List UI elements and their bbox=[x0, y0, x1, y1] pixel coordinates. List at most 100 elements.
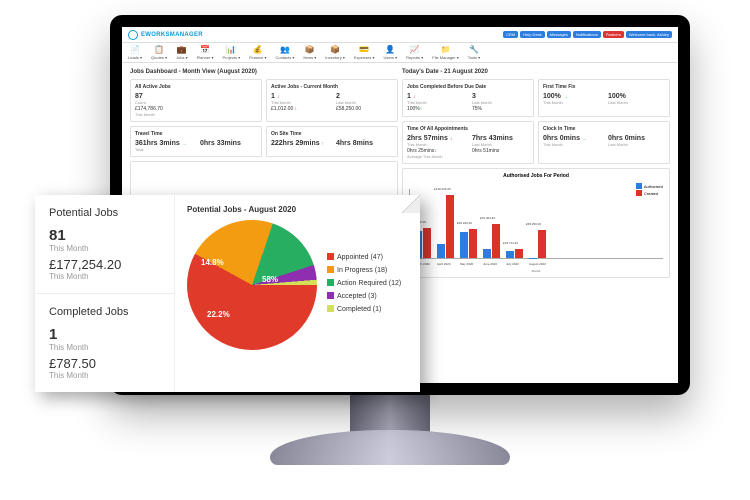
overlay-completed-jobs[interactable]: Completed Jobs 1 This Month £787.50 This… bbox=[35, 294, 174, 392]
stat-value: 1 bbox=[407, 93, 411, 100]
bar-label: £70,304.84 bbox=[480, 216, 495, 220]
stat-value: 1 bbox=[49, 326, 160, 343]
toolbar-contacts[interactable]: 👥Contacts ▾ bbox=[275, 45, 294, 60]
card-title: All Active Jobs bbox=[135, 84, 257, 90]
toolbar-icon: 👥 bbox=[280, 45, 290, 54]
toolbar-label: Reports ▾ bbox=[406, 55, 423, 60]
toolbar-items[interactable]: 📦Items ▾ bbox=[303, 45, 316, 60]
top-badge[interactable]: Messages bbox=[547, 31, 571, 38]
bar-created bbox=[538, 230, 546, 258]
arrow-down-icon: ↓ bbox=[413, 94, 416, 100]
stat-money: 0hrs 51mins bbox=[472, 148, 529, 154]
toolbar-icon: 📄 bbox=[130, 45, 140, 54]
pie-legend: Appointed (47)In Progress (18)Action Req… bbox=[327, 253, 401, 318]
card-all-active-jobs[interactable]: All Active Jobs 87 Count £174,786.70 Thi… bbox=[130, 79, 262, 122]
stat-sub: Last Month bbox=[472, 142, 529, 147]
bar-authorised bbox=[460, 232, 468, 258]
bar-label: £18,714.40 bbox=[503, 241, 518, 245]
card-title: Clock In Time bbox=[543, 126, 665, 132]
top-badge[interactable]: Help Desk bbox=[520, 31, 544, 38]
legend-swatch bbox=[327, 279, 334, 286]
toolbar-icon: 👤 bbox=[385, 45, 395, 54]
bar-group: £58,250.00August 2020 bbox=[529, 230, 546, 258]
chart-xlabel: Period bbox=[409, 269, 663, 273]
card-onsite-time[interactable]: On Site Time 222hrs 29mins↑ 4hrs 8mins bbox=[266, 126, 398, 157]
legend-label: Created bbox=[644, 191, 658, 196]
card-travel-time[interactable]: Travel Time 361hrs 3mins→Total 0hrs 33mi… bbox=[130, 126, 262, 157]
overlay-potential-jobs[interactable]: Potential Jobs 81 This Month £177,254.20… bbox=[35, 195, 174, 294]
legend-swatch bbox=[636, 190, 642, 196]
card-title: Time Of All Appointments bbox=[407, 126, 529, 132]
toolbar-jobs[interactable]: 💼Jobs ▾ bbox=[176, 45, 188, 60]
toolbar-label: Users ▾ bbox=[384, 55, 398, 60]
toolbar-finance[interactable]: 💰Finance ▾ bbox=[249, 45, 266, 60]
bar-group: £70,304.84June 2020 bbox=[483, 224, 500, 258]
bar-category: August 2020 bbox=[529, 262, 546, 266]
stat-sub: Last Month bbox=[608, 100, 665, 105]
stat-sub: This Month bbox=[49, 272, 160, 281]
brand-text: EWORKSMANAGER bbox=[141, 32, 203, 38]
top-badge[interactable]: Notifications bbox=[573, 31, 601, 38]
toolbar-quotes[interactable]: 📋Quotes ▾ bbox=[151, 45, 167, 60]
main-toolbar: 📄Leads ▾ 📋Quotes ▾ 💼Jobs ▾ 📅Planner ▾ 📊Proje… bbox=[122, 43, 678, 63]
stat-money: 100% bbox=[407, 106, 420, 112]
bar-created bbox=[469, 229, 477, 258]
toolbar-users[interactable]: 👤Users ▾ bbox=[384, 45, 398, 60]
pie-slice-label: 14.8% bbox=[201, 258, 224, 267]
legend-label: Completed (1) bbox=[337, 306, 381, 313]
arrow-up-icon: ↑ bbox=[420, 106, 423, 112]
stat-value: 87 bbox=[135, 93, 257, 100]
legend-swatch bbox=[327, 266, 334, 273]
brand-logo[interactable]: EWORKSMANAGER bbox=[128, 30, 203, 40]
toolbar-icon: 💰 bbox=[253, 45, 263, 54]
bar-created bbox=[492, 224, 500, 258]
bar-category: July 2020 bbox=[506, 262, 519, 266]
stat-sub: This Month bbox=[407, 100, 464, 105]
card-before-due[interactable]: Jobs Completed Before Due Date 1↓This Mo… bbox=[402, 79, 534, 117]
pie-legend-item: Action Required (12) bbox=[327, 279, 401, 289]
toolbar-inventory[interactable]: 📦Inventory ▾ bbox=[325, 45, 345, 60]
toolbar-label: Finance ▾ bbox=[249, 55, 266, 60]
toolbar-icon: 📊 bbox=[226, 45, 236, 54]
toolbar-projects[interactable]: 📊Projects ▾ bbox=[223, 45, 241, 60]
card-active-current[interactable]: Active Jobs - Current Month 1↓ This Mont… bbox=[266, 79, 398, 122]
toolbar-icon: 📦 bbox=[330, 45, 340, 54]
legend-label: Accepted (3) bbox=[337, 293, 377, 300]
toolbar-leads[interactable]: 📄Leads ▾ bbox=[128, 45, 142, 60]
toolbar-expenses[interactable]: 💳Expenses ▾ bbox=[354, 45, 375, 60]
topbar: EWORKSMANAGER CRMHelp DeskMessagesNotifi… bbox=[122, 27, 678, 43]
toolbar-reports[interactable]: 📈Reports ▾ bbox=[406, 45, 423, 60]
toolbar-tools[interactable]: 🔧Tools ▾ bbox=[468, 45, 480, 60]
pie-slice-label: 22.2% bbox=[207, 310, 230, 319]
stat-sub: This Month bbox=[49, 244, 160, 253]
toolbar-label: Contacts ▾ bbox=[275, 55, 294, 60]
stat-sub: Last Month bbox=[608, 142, 665, 147]
toolbar-icon: 💼 bbox=[177, 45, 187, 54]
legend-swatch bbox=[636, 183, 642, 189]
legend-label: Action Required (12) bbox=[337, 280, 401, 287]
card-first-fix[interactable]: First Time Fix 100%→This Month 100%Last … bbox=[538, 79, 670, 117]
bar-group: £59,910.20May 2020 bbox=[460, 229, 477, 258]
toolbar-planner[interactable]: 📅Planner ▾ bbox=[197, 45, 214, 60]
arrow-down-icon: ↓ bbox=[277, 94, 280, 100]
toolbar-label: Inventory ▾ bbox=[325, 55, 345, 60]
card-title: Travel Time bbox=[135, 131, 257, 137]
overlay-right: Potential Jobs - August 2020 58% 22.2% 1… bbox=[175, 195, 420, 392]
card-clock-in[interactable]: Clock In Time 0hrs 0mins→This Month 0hrs… bbox=[538, 121, 670, 164]
card-title: Potential Jobs bbox=[49, 207, 160, 219]
stat-money: £58,250.00 bbox=[336, 106, 393, 112]
top-badge[interactable]: Partners bbox=[603, 31, 624, 38]
card-all-appointments[interactable]: Time Of All Appointments 2hrs 57mins↓Thi… bbox=[402, 121, 534, 164]
stat-sub: Last Month bbox=[336, 100, 393, 105]
toolbar-file-manager[interactable]: 📁File Manager ▾ bbox=[432, 45, 458, 60]
bar-authorised bbox=[483, 249, 491, 258]
top-badge[interactable]: Welcome back, Ashley bbox=[626, 31, 672, 38]
stat-value: 0hrs 0mins bbox=[543, 135, 580, 142]
top-badge[interactable]: CRM bbox=[503, 31, 518, 38]
toolbar-icon: 📦 bbox=[305, 45, 315, 54]
stat-value: 361hrs 3mins bbox=[135, 140, 180, 147]
right-section-title: Today's Date - 21 August 2020 bbox=[402, 69, 670, 75]
toolbar-label: Quotes ▾ bbox=[151, 55, 167, 60]
bar-group: £18,714.40July 2020 bbox=[506, 249, 523, 258]
toolbar-label: File Manager ▾ bbox=[432, 55, 458, 60]
